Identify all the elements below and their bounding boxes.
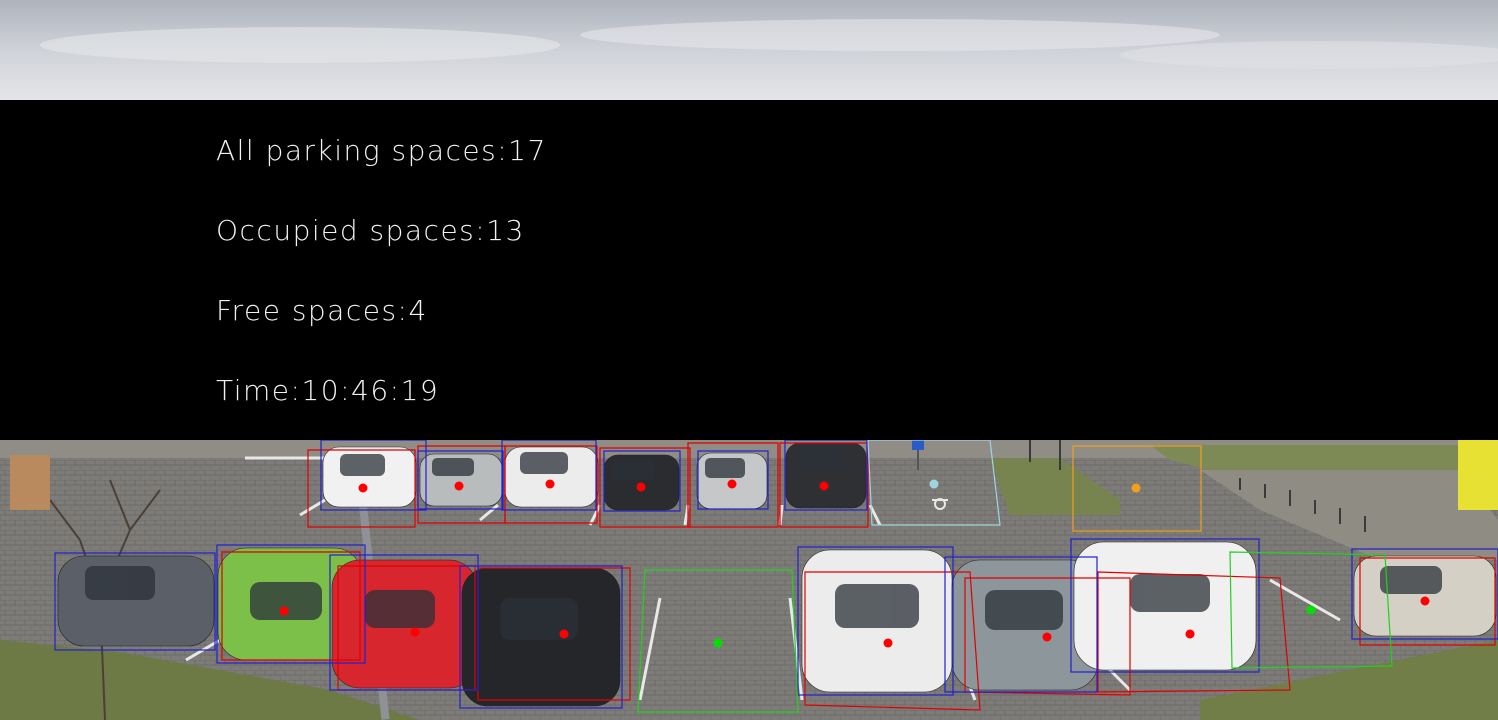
- occupied-spaces-count: Occupied spaces:13: [216, 214, 525, 247]
- free-spaces-count: Free spaces:4: [216, 294, 428, 327]
- all-spaces-count: All parking spaces:17: [216, 134, 547, 167]
- yellow-building: [1458, 440, 1498, 510]
- accessible-sign: [912, 440, 924, 450]
- timestamp: Time:10:46:19: [216, 374, 440, 407]
- kiosk: [10, 455, 50, 510]
- stats-overlay: All parking spaces:17 Occupied spaces:13…: [0, 100, 1498, 440]
